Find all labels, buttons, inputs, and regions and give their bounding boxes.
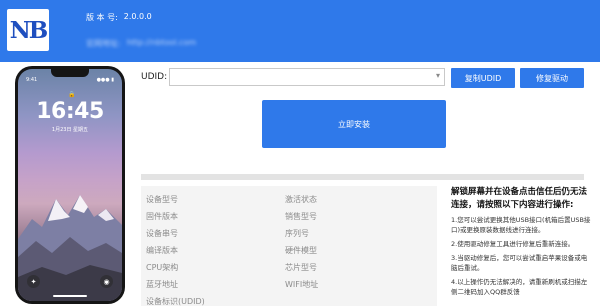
info-label-udid: 设备标识(UDID) — [146, 297, 205, 306]
section-divider — [141, 174, 584, 180]
repair-driver-button[interactable]: 修复驱动 — [520, 68, 584, 88]
phone-status-bar: 9:41 ●●● ▮ — [18, 77, 122, 83]
copy-udid-button[interactable]: 复制UDID — [451, 68, 515, 88]
app-window: NB 版 本 号: 2.0.0.0 官网地址: http://nbtool.co… — [0, 0, 600, 306]
logo-text: NB — [9, 16, 48, 44]
phone-status-left: 9:41 — [26, 77, 38, 83]
instruction-step: 3.当驱动修复后，您可以尝试重启苹果设备或电脑后重试。 — [451, 254, 588, 272]
version-row: 版 本 号: 2.0.0.0 — [86, 12, 152, 23]
instructions-title: 解锁屏幕并在设备点击信任后仍无法连接，请按照以下内容进行操作: — [451, 187, 588, 210]
website-label: 官网地址: — [86, 39, 121, 48]
udid-label: UDID: — [141, 72, 168, 82]
instruction-step: 1.您可以尝试更换其他USB接口(机箱后置USB接口)或更换原装数据线进行连接。 — [451, 216, 591, 234]
version-label: 版 本 号: — [86, 13, 118, 22]
info-label-bluetooth: 蓝牙地址 — [146, 280, 178, 289]
lock-icon: 🔒 — [68, 91, 76, 98]
phone-status-right: ●●● ▮ — [96, 77, 114, 83]
phone-lock-screen: 9:41 ●●● ▮ 🔒 16:45 1月23日 星期五 ✦ ◉ — [18, 69, 122, 301]
info-label-serial: 序列号 — [285, 229, 309, 238]
website-row[interactable]: 官网地址: http://nbtool.com — [86, 38, 196, 49]
info-label-firmware: 固件版本 — [146, 212, 178, 221]
connection-instructions: 解锁屏幕并在设备点击信任后仍无法连接，请按照以下内容进行操作: 1.您可以尝试更… — [451, 186, 591, 306]
info-label-device-model: 设备型号 — [146, 195, 178, 204]
instruction-step: 2.使用驱动修复工具进行修复后重新连接。 — [451, 240, 575, 248]
home-indicator — [53, 295, 87, 297]
app-logo: NB — [7, 9, 49, 51]
version-value: 2.0.0.0 — [123, 12, 152, 21]
info-label-activation: 激活状态 — [285, 195, 317, 204]
header-bar: NB 版 本 号: 2.0.0.0 官网地址: http://nbtool.co… — [0, 0, 600, 62]
udid-dropdown[interactable]: ▾ — [169, 68, 445, 86]
info-label-imei: 设备串号 — [146, 229, 178, 238]
flashlight-icon: ✦ — [27, 275, 40, 288]
info-label-hardware: 硬件模型 — [285, 246, 317, 255]
info-label-chip: 芯片型号 — [285, 263, 317, 272]
info-label-cpu: CPU架构 — [146, 263, 179, 272]
phone-preview: 9:41 ●●● ▮ 🔒 16:45 1月23日 星期五 ✦ ◉ — [15, 66, 125, 304]
phone-clock: 16:45 — [36, 99, 104, 124]
camera-icon: ◉ — [100, 275, 113, 288]
device-info-table: 设备型号 固件版本 设备串号 编译版本 CPU架构 蓝牙地址 设备标识(UDID… — [141, 186, 437, 306]
instruction-step: 4.以上操作仍无法解决的，请重新刷机或扫描左侧二维码加入QQ群反馈 — [451, 278, 588, 296]
info-label-sales-model: 销售型号 — [285, 212, 317, 221]
install-now-button[interactable]: 立即安装 — [262, 100, 446, 148]
phone-date: 1月23日 星期五 — [51, 127, 89, 133]
info-label-build: 编译版本 — [146, 246, 178, 255]
phone-notch — [51, 69, 89, 77]
website-link[interactable]: http://nbtool.com — [127, 38, 196, 49]
chevron-down-icon[interactable]: ▾ — [436, 71, 440, 80]
info-label-wifi: WIFI地址 — [285, 280, 319, 289]
